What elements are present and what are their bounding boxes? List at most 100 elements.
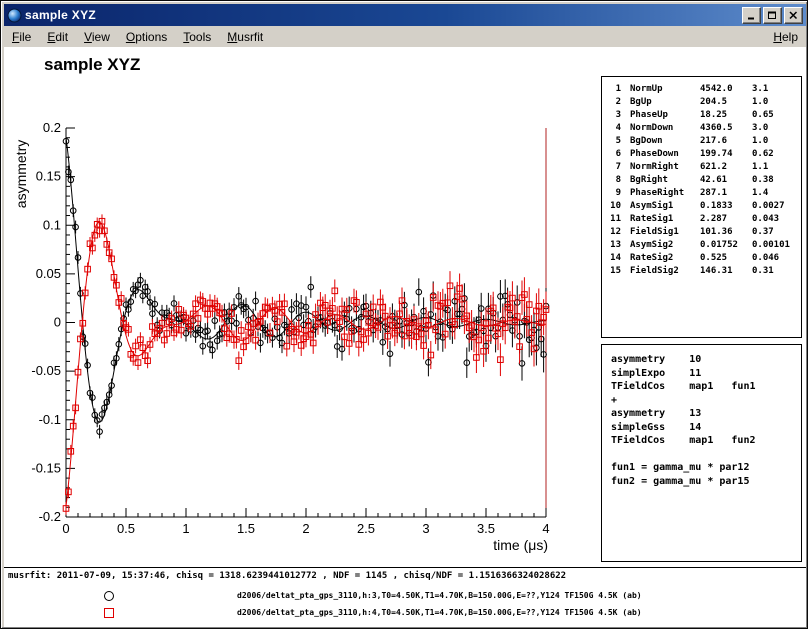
maximize-button[interactable] xyxy=(763,7,782,24)
menu-view[interactable]: View xyxy=(76,28,118,46)
param-value: 18.25 xyxy=(700,109,752,122)
y-tick-label: 0.2 xyxy=(43,120,61,135)
x-tick-label: 4 xyxy=(542,521,549,536)
x-axis: 00.511.522.533.54time (μs) xyxy=(62,508,549,553)
param-name: PhaseDown xyxy=(630,148,700,161)
param-number: 6 xyxy=(609,148,621,161)
menu-musrfit[interactable]: Musrfit xyxy=(219,28,271,46)
menu-help[interactable]: Help xyxy=(765,28,806,46)
y-tick-label: -0.15 xyxy=(31,460,61,475)
x-tick-label: 0.5 xyxy=(117,521,135,536)
x-tick-label: 3.5 xyxy=(477,521,495,536)
param-error: 0.00101 xyxy=(752,239,790,252)
y-axis-title: asymmetry xyxy=(13,140,29,208)
param-number: 3 xyxy=(609,109,621,122)
parameter-row: 7NormRight621.21.1 xyxy=(609,161,801,174)
param-number: 7 xyxy=(609,161,621,174)
param-name: AsymSig1 xyxy=(630,200,700,213)
parameter-box: 1NormUp4542.03.12BgUp204.51.03PhaseUp18.… xyxy=(601,76,802,338)
parameter-row: 15FieldSig2146.310.31 xyxy=(609,265,801,278)
param-value: 287.1 xyxy=(700,187,752,200)
param-error: 3.1 xyxy=(752,83,768,96)
close-button[interactable] xyxy=(784,7,803,24)
menu-edit[interactable]: Edit xyxy=(39,28,76,46)
param-value: 4542.0 xyxy=(700,83,752,96)
menu-file[interactable]: File xyxy=(4,28,39,46)
param-error: 0.62 xyxy=(752,148,774,161)
parameter-row: 5BgDown217.61.0 xyxy=(609,135,801,148)
canvas-area: sample XYZ -0.2-0.15-0.1-0.0500.050.10.1… xyxy=(4,47,806,627)
param-error: 0.0027 xyxy=(752,200,785,213)
app-window: sample XYZ FileEditViewOptionsToolsMusrf… xyxy=(0,0,808,629)
data-series-2 xyxy=(63,214,549,514)
param-value: 2.287 xyxy=(700,213,752,226)
legend-entry: d2006/deltat_pta_gps_3110,h:4,T0=4.50K,T… xyxy=(4,604,806,621)
window-title: sample XYZ xyxy=(25,8,739,22)
param-name: NormDown xyxy=(630,122,700,135)
titlebar[interactable]: sample XYZ xyxy=(4,4,806,26)
menu-options[interactable]: Options xyxy=(118,28,175,46)
param-name: FieldSig2 xyxy=(630,265,700,278)
param-error: 1.0 xyxy=(752,96,768,109)
param-name: BgUp xyxy=(630,96,700,109)
param-error: 0.38 xyxy=(752,174,774,187)
param-number: 2 xyxy=(609,96,621,109)
theory-line: fun2 = gamma_mu * par15 xyxy=(611,475,801,489)
parameter-row: 2 BgUp204.51.0 xyxy=(609,96,801,109)
parameter-row: 9 PhaseRight287.11.4 xyxy=(609,187,801,200)
param-name: RateSig1 xyxy=(630,213,700,226)
param-error: 3.0 xyxy=(752,122,768,135)
parameter-row: 12FieldSig1101.360.37 xyxy=(609,226,801,239)
y-tick-label: 0.05 xyxy=(36,266,61,281)
theory-line: asymmetry 10 xyxy=(611,353,801,367)
param-name: BgDown xyxy=(630,135,700,148)
footer-separator xyxy=(4,567,806,568)
square-marker-icon xyxy=(104,608,114,618)
param-value: 42.61 xyxy=(700,174,752,187)
parameter-row: 8BgRight42.610.38 xyxy=(609,174,801,187)
param-error: 1.4 xyxy=(752,187,768,200)
asymmetry-plot-canvas[interactable]: -0.2-0.15-0.1-0.0500.050.10.150.2asymmet… xyxy=(4,47,600,607)
x-tick-label: 2 xyxy=(302,521,309,536)
param-number: 9 xyxy=(609,187,621,200)
param-value: 4360.5 xyxy=(700,122,752,135)
param-error: 1.0 xyxy=(752,135,768,148)
param-name: PhaseUp xyxy=(630,109,700,122)
y-tick-label: 0.15 xyxy=(36,169,61,184)
parameter-row: 10AsymSig10.18330.0027 xyxy=(609,200,801,213)
param-number: 11 xyxy=(609,213,621,226)
theory-box: asymmetry 10simplExpo 11TFieldCos map1 f… xyxy=(601,344,802,562)
param-error: 0.65 xyxy=(752,109,774,122)
param-value: 101.36 xyxy=(700,226,752,239)
minimize-button[interactable] xyxy=(742,7,761,24)
x-axis-title: time (μs) xyxy=(493,537,548,553)
param-name: AsymSig2 xyxy=(630,239,700,252)
circle-marker-icon xyxy=(104,591,114,601)
legend-label: d2006/deltat_pta_gps_3110,h:4,T0=4.50K,T… xyxy=(237,608,642,617)
param-value: 199.74 xyxy=(700,148,752,161)
window-controls xyxy=(742,7,803,24)
param-number: 5 xyxy=(609,135,621,148)
minimize-icon xyxy=(746,11,757,20)
legend-entry: d2006/deltat_pta_gps_3110,h:3,T0=4.50K,T… xyxy=(4,587,806,604)
param-name: RateSig2 xyxy=(630,252,700,265)
theory-line: TFieldCos map1 fun1 xyxy=(611,380,801,394)
param-error: 0.046 xyxy=(752,252,779,265)
x-tick-label: 1 xyxy=(182,521,189,536)
param-value: 0.1833 xyxy=(700,200,752,213)
fit-status-line: musrfit: 2011-07-09, 15:37:46, chisq = 1… xyxy=(8,571,566,581)
param-name: NormRight xyxy=(630,161,700,174)
parameter-row: 11RateSig12.2870.043 xyxy=(609,213,801,226)
menu-tools[interactable]: Tools xyxy=(175,28,219,46)
param-value: 204.5 xyxy=(700,96,752,109)
param-name: PhaseRight xyxy=(630,187,700,200)
y-tick-label: 0 xyxy=(54,315,61,330)
app-icon xyxy=(7,8,22,23)
param-number: 4 xyxy=(609,122,621,135)
y-tick-label: 0.1 xyxy=(43,217,61,232)
param-number: 14 xyxy=(609,252,621,265)
theory-line: simpleGss 14 xyxy=(611,421,801,435)
param-error: 0.37 xyxy=(752,226,774,239)
param-number: 12 xyxy=(609,226,621,239)
theory-line: simplExpo 11 xyxy=(611,367,801,381)
